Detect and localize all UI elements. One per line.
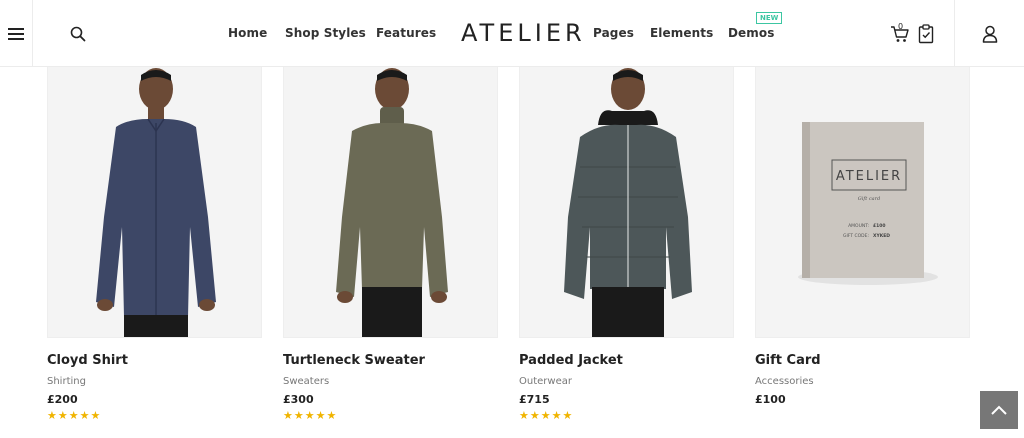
- gift-card-subtitle: Gift card: [858, 196, 880, 202]
- nav-features[interactable]: Features: [376, 0, 436, 67]
- gift-card-amount-label: AMOUNT:: [848, 223, 869, 229]
- site-logo[interactable]: ATELIER: [461, 18, 586, 48]
- gift-card-code-label: GIFT CODE:: [843, 233, 869, 239]
- hamburger-icon[interactable]: [8, 25, 24, 43]
- new-badge: NEW: [756, 12, 783, 24]
- product-image[interactable]: [283, 67, 498, 338]
- model-shirt-image: [48, 67, 261, 337]
- product-category[interactable]: Accessories: [755, 376, 814, 387]
- product-price: £200: [47, 393, 78, 406]
- product-image[interactable]: [519, 67, 734, 338]
- product-price: £100: [755, 393, 786, 406]
- product-name[interactable]: Gift Card: [755, 353, 821, 368]
- gift-card-brand: ATELIER: [836, 169, 902, 184]
- product-card[interactable]: Padded Jacket Outerwear £715 ★★★★★: [519, 67, 734, 422]
- chevron-up-icon[interactable]: [990, 404, 1008, 416]
- search-icon[interactable]: [70, 26, 86, 42]
- header-actions: [890, 20, 934, 48]
- user-icon[interactable]: [982, 25, 998, 43]
- model-jacket-image: [520, 67, 733, 337]
- rating-stars-icon: ★★★★★: [283, 409, 338, 422]
- nav-pages[interactable]: Pages: [593, 0, 634, 67]
- product-price: £715: [519, 393, 550, 406]
- product-name[interactable]: Cloyd Shirt: [47, 353, 128, 368]
- product-category[interactable]: Outerwear: [519, 376, 572, 387]
- product-image[interactable]: ATELIER Gift card AMOUNT: £100 GIFT CODE…: [755, 67, 970, 338]
- product-image[interactable]: [47, 67, 262, 338]
- product-card[interactable]: ATELIER Gift card AMOUNT: £100 GIFT CODE…: [755, 67, 970, 406]
- product-name[interactable]: Padded Jacket: [519, 353, 623, 368]
- site-header: Home Shop Styles Features ATELIER Pages …: [0, 0, 1024, 67]
- product-name[interactable]: Turtleneck Sweater: [283, 353, 425, 368]
- menu-button[interactable]: [0, 0, 33, 67]
- gift-card-amount-value: £100: [873, 223, 886, 229]
- product-category[interactable]: Sweaters: [283, 376, 329, 387]
- nav-elements[interactable]: Elements: [650, 0, 713, 67]
- rating-stars-icon: ★★★★★: [47, 409, 102, 422]
- model-sweater-image: [284, 67, 497, 337]
- nav-shop-styles[interactable]: Shop Styles: [285, 0, 366, 67]
- account-button[interactable]: [954, 0, 1024, 67]
- gift-card-image: ATELIER Gift card AMOUNT: £100 GIFT CODE…: [756, 67, 969, 337]
- product-category[interactable]: Shirting: [47, 376, 86, 387]
- nav-home[interactable]: Home: [228, 0, 267, 67]
- nav-demos[interactable]: Demos: [728, 0, 775, 67]
- cart-count: 0: [898, 22, 904, 31]
- search-button[interactable]: [60, 0, 96, 67]
- clipboard-icon[interactable]: [918, 24, 934, 44]
- product-card[interactable]: Turtleneck Sweater Sweaters £300 ★★★★★: [283, 67, 498, 422]
- product-card[interactable]: Cloyd Shirt Shirting £200 ★★★★★: [47, 67, 262, 422]
- rating-stars-icon: ★★★★★: [519, 409, 574, 422]
- product-price: £300: [283, 393, 314, 406]
- gift-card-code-value: XYKED: [873, 233, 890, 239]
- back-to-top-button[interactable]: [980, 391, 1018, 429]
